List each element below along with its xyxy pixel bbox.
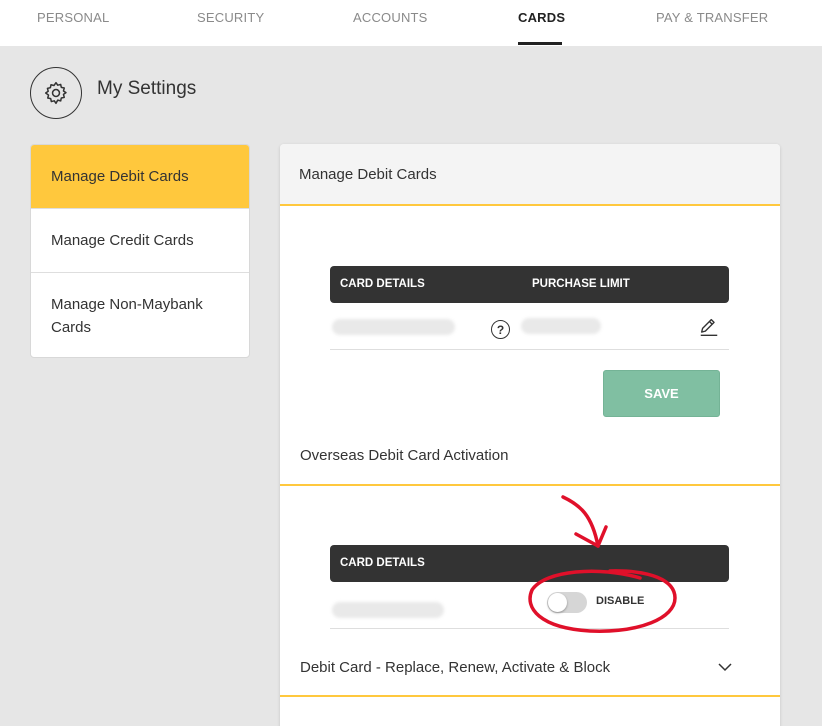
active-tab-indicator [518, 42, 562, 45]
manage-debit-cards-panel: Manage Debit Cards CARD DETAILS PURCHASE… [280, 144, 780, 726]
help-icon[interactable]: ? [491, 320, 510, 339]
overseas-activation-toggle[interactable] [547, 592, 587, 613]
redacted-card-number [332, 602, 444, 618]
replace-renew-section-title[interactable]: Debit Card - Replace, Renew, Activate & … [300, 659, 610, 676]
row-divider [330, 349, 729, 350]
redacted-card-number [332, 319, 455, 335]
col-purchase-limit: PURCHASE LIMIT [532, 278, 630, 290]
chevron-down-icon[interactable] [717, 660, 733, 674]
settings-side-menu: Manage Debit Cards Manage Credit Cards M… [30, 144, 250, 358]
toggle-status-label: DISABLE [596, 595, 645, 607]
section-divider [280, 484, 780, 486]
side-item-manage-credit-cards[interactable]: Manage Credit Cards [31, 209, 249, 273]
row-divider [330, 628, 729, 629]
redacted-purchase-limit [521, 318, 601, 334]
tab-personal[interactable]: PERSONAL [37, 10, 109, 25]
side-item-manage-non-maybank-cards[interactable]: Manage Non-Maybank Cards [31, 273, 249, 357]
top-navigation: PERSONAL SECURITY ACCOUNTS CARDS PAY & T… [0, 0, 822, 46]
save-button[interactable]: SAVE [603, 370, 720, 417]
settings-icon-badge [30, 67, 82, 119]
tab-pay-transfer[interactable]: PAY & TRANSFER [656, 10, 768, 25]
section-divider [280, 695, 780, 697]
col-card-details: CARD DETAILS [340, 278, 425, 290]
overseas-activation-title: Overseas Debit Card Activation [300, 447, 509, 464]
tab-security[interactable]: SECURITY [197, 10, 264, 25]
col-card-details: CARD DETAILS [340, 557, 425, 569]
tab-cards[interactable]: CARDS [518, 10, 565, 25]
edit-pencil-icon[interactable] [698, 316, 720, 338]
toggle-knob [548, 593, 567, 612]
page-title: My Settings [97, 78, 197, 99]
panel-title: Manage Debit Cards [299, 166, 437, 183]
overseas-table-header: CARD DETAILS [330, 545, 729, 582]
side-item-manage-debit-cards[interactable]: Manage Debit Cards [31, 145, 249, 209]
panel-header: Manage Debit Cards [280, 144, 780, 206]
purchase-limit-table-header: CARD DETAILS PURCHASE LIMIT [330, 266, 729, 303]
gear-icon [44, 81, 67, 105]
tab-accounts[interactable]: ACCOUNTS [353, 10, 428, 25]
